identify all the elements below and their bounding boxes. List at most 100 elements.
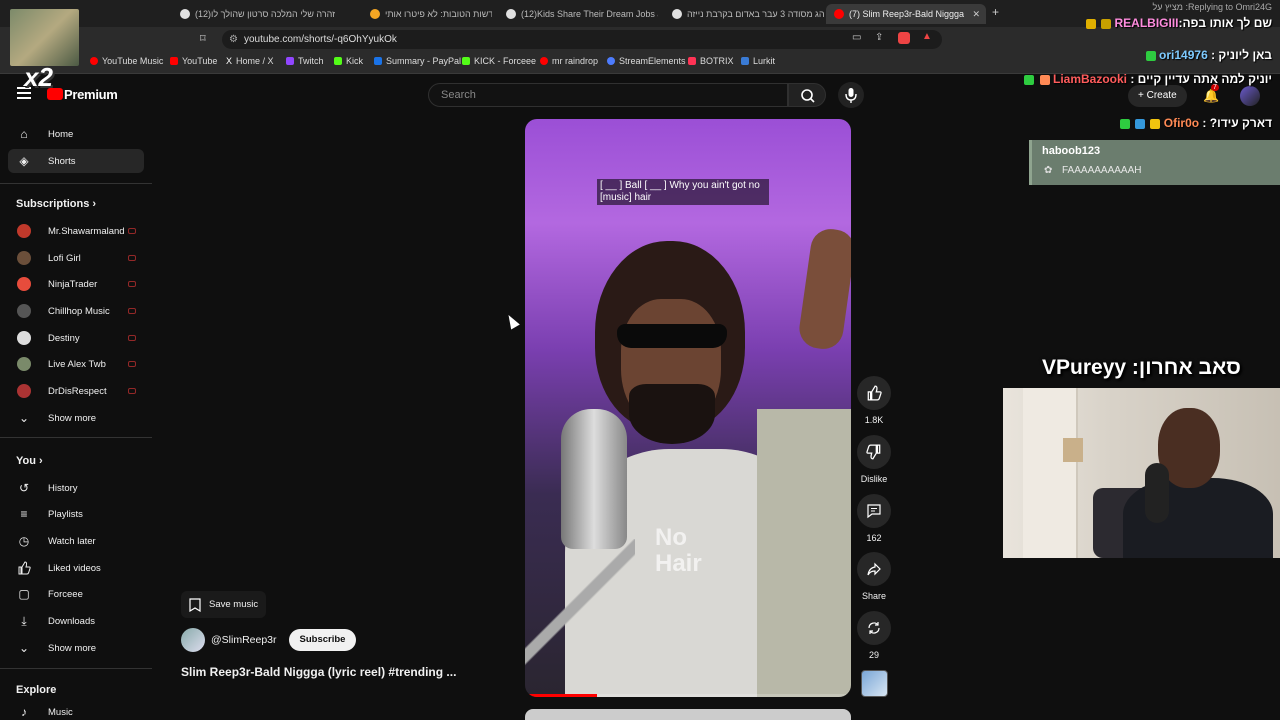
browser-tab-active[interactable]: (7) Slim Reep3r-Bald Niggga ✕ xyxy=(826,4,986,24)
sidebar-item-subscription[interactable]: Lofi Girl xyxy=(8,246,144,270)
sidebar-item-subscription[interactable]: DrDisRespect xyxy=(8,379,144,403)
live-icon xyxy=(128,388,136,394)
channel-avatar xyxy=(16,303,32,319)
next-short-preview[interactable] xyxy=(525,709,851,720)
overlay-thumbnail xyxy=(10,9,79,66)
youtube-premium-logo[interactable]: Premium xyxy=(64,87,118,102)
sidebar-item-home[interactable]: ⌂ Home xyxy=(8,122,144,146)
x-icon: X xyxy=(226,56,233,66)
sidebar-item-history[interactable]: ↺ History xyxy=(8,476,144,500)
chat-message: יוניק למה אתה עדיין קיים : LiamBazooki xyxy=(1022,72,1272,86)
youtube-icon xyxy=(834,9,844,19)
video-frame-sunglasses xyxy=(617,324,727,348)
channel-name[interactable]: @SlimReep3r xyxy=(211,634,277,646)
bookmark-label: YouTube Music xyxy=(102,56,164,66)
cast-icon[interactable]: ▭ xyxy=(852,32,861,43)
bookmark-label: YouTube xyxy=(182,56,218,66)
bookmark-label: Kick xyxy=(346,56,364,66)
browser-tab[interactable]: נהג מסודה 3 עבר באדום בקרבת נייזה xyxy=(664,4,824,24)
history-icon: ↺ xyxy=(18,481,30,495)
sidebar-item-liked-videos[interactable]: Liked videos xyxy=(8,556,144,580)
sidebar-item-subscription[interactable]: Chillhop Music xyxy=(8,299,144,323)
browser-tab[interactable]: החדשות הטובות: לא פיטרו אותי xyxy=(362,4,492,24)
chat-username: LiamBazooki xyxy=(1052,72,1127,86)
video-progress-bar[interactable] xyxy=(525,694,851,697)
microphone-icon xyxy=(845,88,857,103)
sidebar-item-watch-later[interactable]: ◷ Watch later xyxy=(8,529,144,553)
bookmark-botrix[interactable]: BOTRIX xyxy=(688,56,734,66)
chat-username: REALBIGIII xyxy=(1114,16,1179,30)
search-button[interactable] xyxy=(788,83,826,107)
bookmark-kick-forceee[interactable]: KICK - Forceee xyxy=(462,56,536,66)
show-more-subscriptions[interactable]: ⌄ Show more xyxy=(8,406,144,430)
save-music-label: Save music xyxy=(209,599,259,610)
bookmark-x[interactable]: X Home / X xyxy=(226,56,274,66)
kick-icon xyxy=(462,57,470,65)
sidebar-item-forceee[interactable]: ▢ Forceee xyxy=(8,582,144,606)
avatar xyxy=(17,251,31,265)
chat-text: יוניק למה אתה עדיין קיים xyxy=(1137,72,1272,86)
multiplier-badge: x2 xyxy=(24,62,53,92)
bookmark-twitch[interactable]: Twitch xyxy=(286,56,324,66)
youtube-header: Premium Search xyxy=(0,77,1010,113)
sidebar-item-shorts[interactable]: ◈ Shorts xyxy=(8,149,144,173)
avatar xyxy=(17,277,31,291)
new-tab-icon[interactable]: + xyxy=(992,5,999,19)
save-music-button[interactable]: Save music xyxy=(181,591,267,618)
music-thumbnail[interactable] xyxy=(861,670,888,697)
site-info-icon[interactable]: ⚙ xyxy=(229,30,238,49)
chat-username: ori14976 xyxy=(1159,48,1208,62)
short-title[interactable]: Slim Reep3r-Bald Niggga (lyric reel) #tr… xyxy=(181,665,456,679)
brave-shield-icon[interactable] xyxy=(898,32,910,44)
close-tab-icon[interactable]: ✕ xyxy=(972,9,980,20)
sidebar-item-downloads[interactable]: ⤓ Downloads xyxy=(8,609,144,633)
share-icon[interactable]: ⇪ xyxy=(875,32,883,43)
browser-tab[interactable]: (12)זהרה שלי המלכה סרטון שהולך לו xyxy=(172,4,352,24)
subscribe-button[interactable]: Subscribe xyxy=(288,629,357,651)
you-header[interactable]: You › xyxy=(16,455,43,467)
sidebar-item-label: Playlists xyxy=(48,508,83,520)
sidebar-item-subscription[interactable]: Destiny xyxy=(8,326,144,350)
badge-icon xyxy=(1135,118,1146,129)
show-more-you[interactable]: ⌄ Show more xyxy=(8,636,144,660)
like-button[interactable]: 1.8K xyxy=(857,376,891,425)
short-video-player[interactable]: [ __ ] Ball [ __ ] Why you ain't got no … xyxy=(525,119,851,697)
remix-button[interactable]: 29 xyxy=(857,611,891,660)
video-overlay-text: No Hair xyxy=(655,525,702,577)
badge-icon xyxy=(1101,18,1112,29)
sidebar-item-subscription[interactable]: Mr.Shawarmaland xyxy=(8,219,144,243)
subscriptions-header[interactable]: Subscriptions › xyxy=(16,198,96,210)
rewards-icon[interactable]: ▲ xyxy=(922,31,932,42)
comments-button[interactable]: 162 xyxy=(857,494,891,543)
home-icon: ⌂ xyxy=(20,127,28,141)
browser-tab[interactable]: (12)Kids Share Their Dream Jobs at G xyxy=(498,4,658,24)
bookmark-youtube[interactable]: YouTube xyxy=(170,56,217,66)
video-icon: ▢ xyxy=(18,587,30,601)
shorts-icon: ◈ xyxy=(19,154,29,168)
share-button[interactable]: Share xyxy=(857,552,891,601)
dislike-button[interactable]: Dislike xyxy=(857,435,891,484)
sidebar-item-music[interactable]: ♪ Music xyxy=(8,700,144,720)
sidebar-item-subscription[interactable]: NinjaTrader xyxy=(8,272,144,296)
twitch-icon xyxy=(286,57,294,65)
share-arrow-icon xyxy=(857,552,891,586)
download-icon: ⤓ xyxy=(21,613,27,628)
channel-avatar[interactable] xyxy=(181,628,205,652)
bookmark-kick[interactable]: Kick xyxy=(334,56,363,66)
bookmark-youtube-music[interactable]: YouTube Music xyxy=(90,56,163,66)
bookmark-mr-raindrop[interactable]: mr raindrop xyxy=(540,56,598,66)
voice-search-button[interactable] xyxy=(838,82,864,108)
search-input[interactable]: Search xyxy=(428,83,788,107)
sidebar-item-playlists[interactable]: ≡ Playlists xyxy=(8,502,144,526)
bookmark-label: StreamElements xyxy=(619,56,686,66)
bookmark-streamelements[interactable]: StreamElements xyxy=(607,56,686,66)
bookmark-lurkit[interactable]: Lurkit xyxy=(741,56,775,66)
divider xyxy=(0,437,152,438)
you-header-label: You xyxy=(16,455,36,467)
bookmark-paypal[interactable]: Summary - PayPal xyxy=(374,56,461,66)
address-bar[interactable]: ⚙ youtube.com/shorts/-q6OhYyukOk xyxy=(222,30,942,49)
sidebar-item-subscription[interactable]: Live Alex Twb xyxy=(8,352,144,376)
bookmark-icon[interactable]: ⌑ xyxy=(200,32,206,45)
channel-row: @SlimReep3r Subscribe xyxy=(181,628,357,652)
sidebar-item-label: Show more xyxy=(48,642,97,654)
